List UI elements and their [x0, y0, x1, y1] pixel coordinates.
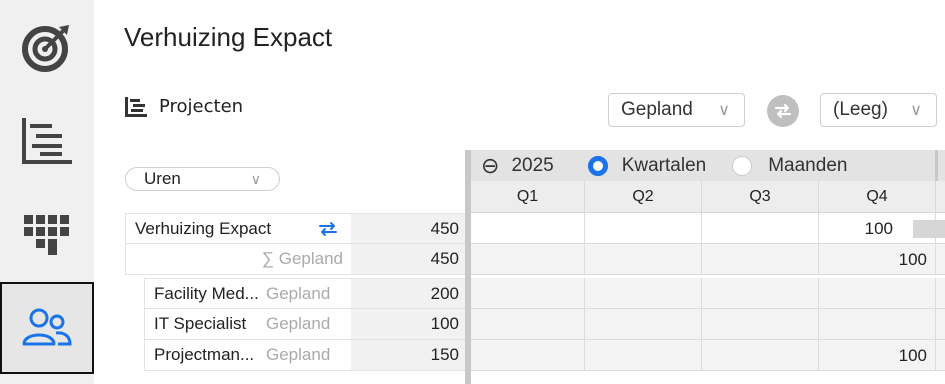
- grid-blocks-icon: [24, 215, 69, 255]
- scroll-indicator[interactable]: [913, 220, 945, 238]
- gantt-list-icon: [22, 118, 72, 164]
- grid-row: [471, 309, 945, 340]
- quarter-header: Q3: [702, 181, 819, 212]
- sidebar: [0, 0, 94, 384]
- quarter-header-row: Q1 Q2 Q3 Q4: [471, 181, 945, 213]
- row-name: Verhuizing Expact: [135, 218, 272, 238]
- section-label: Projecten: [159, 96, 244, 117]
- people-icon: [22, 308, 72, 346]
- grid-cell: [702, 244, 819, 275]
- nav-goals-button[interactable]: [0, 0, 94, 94]
- row-type: Gepland: [266, 314, 331, 333]
- chevron-down-icon: ∨: [250, 170, 261, 187]
- collapse-icon[interactable]: ⊖: [481, 153, 499, 179]
- row-total: 150: [351, 340, 467, 371]
- year-label: 2025: [511, 154, 554, 176]
- swap-arrows-icon[interactable]: [317, 219, 339, 239]
- quarter-header: Q4: [819, 181, 936, 212]
- grid-cell[interactable]: [471, 213, 585, 244]
- row-name-cell: Projectman... Gepland: [144, 340, 351, 371]
- row-name: Facility Med...: [154, 283, 259, 303]
- nav-board-button[interactable]: [0, 188, 94, 282]
- grid-cell[interactable]: [585, 278, 702, 309]
- row-name: Projectman...: [154, 345, 255, 364]
- row-name-cell: IT Specialist Gepland: [144, 309, 351, 340]
- grid-cell[interactable]: [471, 309, 585, 340]
- chevron-down-icon: ∨: [718, 102, 730, 119]
- table-row[interactable]: Verhuizing Expact 450: [125, 213, 467, 244]
- grid-cell: [471, 244, 585, 275]
- row-type: Gepland: [266, 283, 331, 303]
- row-name-cell: Facility Med... Gepland: [144, 278, 351, 309]
- grid-cell[interactable]: [819, 309, 936, 340]
- timeline-header: ⊖ 2025 Kwartalen Maanden: [471, 150, 945, 181]
- grid-cell[interactable]: 100: [819, 340, 936, 371]
- grid-row: [471, 278, 945, 309]
- unit-select-value: Uren: [144, 169, 181, 188]
- row-total: 450: [351, 244, 467, 275]
- grid-row: 100: [471, 244, 945, 275]
- grid-cell[interactable]: [702, 309, 819, 340]
- grid-row: 100: [471, 340, 945, 371]
- table-row[interactable]: IT Specialist Gepland 100: [144, 309, 467, 340]
- quarter-header: Q2: [585, 181, 702, 212]
- quarter-header: Q1: [471, 181, 585, 212]
- chevron-down-icon: ∨: [910, 102, 922, 119]
- nav-projects-button[interactable]: [0, 94, 94, 188]
- table-row: ∑ Gepland 450: [125, 244, 467, 275]
- radio-months[interactable]: [732, 155, 753, 176]
- grid-cell[interactable]: [471, 278, 585, 309]
- row-type: ∑ Gepland: [261, 249, 343, 268]
- grid-cell[interactable]: [585, 340, 702, 371]
- planned-dropdown[interactable]: Gepland ∨: [608, 93, 745, 127]
- compare-dropdown-value: (Leeg): [833, 99, 888, 120]
- nav-resources-button[interactable]: [0, 282, 94, 374]
- unit-select[interactable]: Uren ∨: [125, 167, 280, 191]
- swap-arrows-icon: [774, 103, 792, 119]
- row-total: 100: [351, 309, 467, 340]
- page-title: Verhuizing Expact: [124, 22, 333, 52]
- planned-dropdown-value: Gepland: [621, 99, 693, 120]
- grid-cell[interactable]: [702, 340, 819, 371]
- radio-months-label[interactable]: Maanden: [768, 155, 847, 177]
- target-icon: [22, 25, 69, 72]
- table-row[interactable]: Facility Med... Gepland 200: [144, 278, 467, 309]
- grid-cell[interactable]: [702, 213, 819, 244]
- compare-dropdown[interactable]: (Leeg) ∨: [820, 93, 937, 127]
- radio-quarters[interactable]: [587, 155, 608, 176]
- section-projects: Projecten: [125, 96, 243, 117]
- row-name: IT Specialist: [154, 314, 247, 333]
- swap-button[interactable]: [767, 95, 799, 127]
- radio-quarters-label[interactable]: Kwartalen: [622, 155, 707, 177]
- row-type-cell: ∑ Gepland: [125, 244, 351, 275]
- grid-cell: [585, 244, 702, 275]
- table-row[interactable]: Projectman... Gepland 150: [144, 340, 467, 371]
- grid-cell[interactable]: [585, 309, 702, 340]
- grid-cell[interactable]: [471, 340, 585, 371]
- row-type: Gepland: [266, 345, 331, 364]
- grid-cell[interactable]: [585, 213, 702, 244]
- grid-row: 100: [471, 213, 945, 244]
- gantt-icon: [125, 96, 147, 117]
- row-total: 450: [351, 213, 467, 244]
- row-total: 200: [351, 278, 467, 309]
- grid-cell: 100: [819, 244, 936, 275]
- header-end-divider: [935, 150, 938, 181]
- grid-cell[interactable]: [819, 278, 936, 309]
- grid-cell[interactable]: [702, 278, 819, 309]
